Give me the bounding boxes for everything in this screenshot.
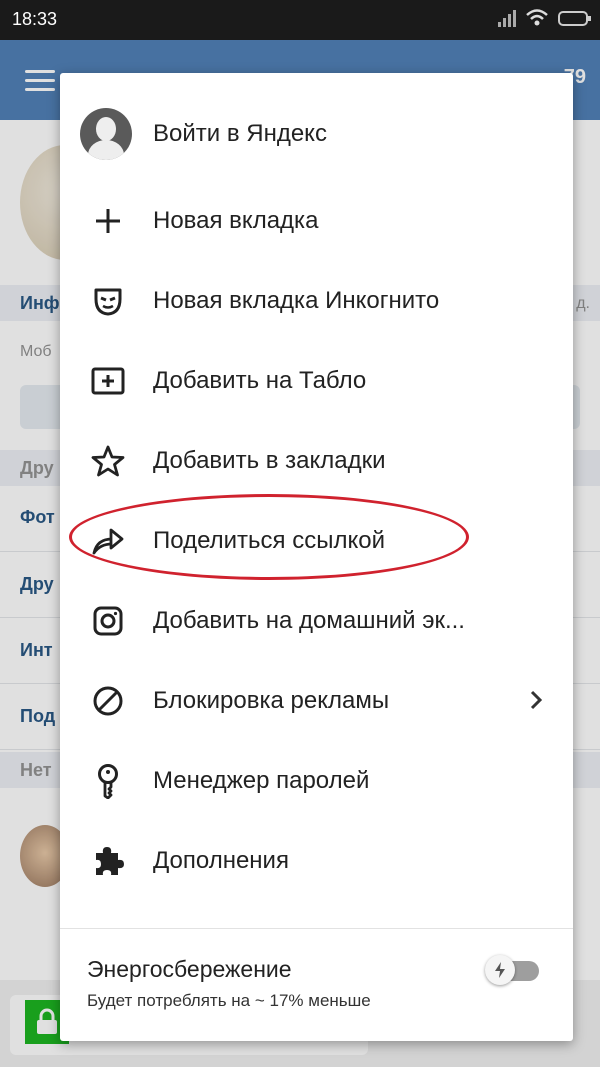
menu-item-label: Войти в Яндекс xyxy=(153,120,327,147)
menu-item-label: Поделиться ссылкой xyxy=(153,527,385,554)
menu-item-ad-block[interactable]: Блокировка рекламы xyxy=(60,661,573,741)
menu-item-label: Добавить на домашний эк... xyxy=(153,607,465,634)
status-bar: 18:33 xyxy=(0,0,600,40)
menu-item-extensions[interactable]: Дополнения xyxy=(60,821,573,901)
share-arrow-icon xyxy=(88,521,128,561)
menu-item-label: Добавить на Табло xyxy=(153,367,367,394)
key-icon xyxy=(88,761,128,801)
menu-item-label: Менеджер паролей xyxy=(153,767,370,794)
user-avatar-icon xyxy=(80,108,132,160)
menu-item-add-to-tablo[interactable]: Добавить на Табло xyxy=(60,341,573,421)
energy-saving-toggle[interactable] xyxy=(485,955,541,985)
menu-item-label: Новая вкладка xyxy=(153,207,319,234)
energy-saving-title: Энергосбережение xyxy=(87,956,292,982)
add-box-icon xyxy=(88,361,128,401)
battery-icon xyxy=(558,10,591,26)
plus-icon xyxy=(88,201,128,241)
menu-item-label: Добавить в закладки xyxy=(153,447,386,474)
menu-divider xyxy=(60,928,573,929)
menu-item-label: Блокировка рекламы xyxy=(153,687,390,714)
menu-item-new-tab[interactable]: Новая вкладка xyxy=(60,181,573,261)
star-icon xyxy=(88,441,128,481)
menu-item-incognito[interactable]: Новая вкладка Инкогнито xyxy=(60,261,573,341)
instagram-icon xyxy=(88,601,128,641)
menu-item-add-bookmark[interactable]: Добавить в закладки xyxy=(60,421,573,501)
incognito-mask-icon xyxy=(88,281,128,321)
menu-item-password-manager[interactable]: Менеджер паролей xyxy=(60,741,573,821)
energy-saving-subtitle: Будет потреблять на ~ 17% меньше xyxy=(87,991,371,1010)
chevron-right-icon xyxy=(529,689,543,716)
menu-item-label: Дополнения xyxy=(153,847,289,874)
menu-item-label: Новая вкладка Инкогнито xyxy=(153,287,440,314)
status-time: 18:33 xyxy=(12,9,58,29)
block-icon xyxy=(88,681,128,721)
menu-item-share-link[interactable]: Поделиться ссылкой xyxy=(60,501,573,581)
signal-icon xyxy=(498,9,516,27)
wifi-icon xyxy=(526,9,548,26)
status-icons xyxy=(498,9,591,27)
menu-item-login[interactable]: Войти в Яндекс xyxy=(60,94,573,174)
menu-item-add-to-home[interactable]: Добавить на домашний эк... xyxy=(60,581,573,661)
lightning-icon xyxy=(485,955,515,985)
browser-menu: Войти в Яндекс Новая вкладка Новая вклад… xyxy=(60,73,573,1041)
puzzle-icon xyxy=(88,841,128,881)
